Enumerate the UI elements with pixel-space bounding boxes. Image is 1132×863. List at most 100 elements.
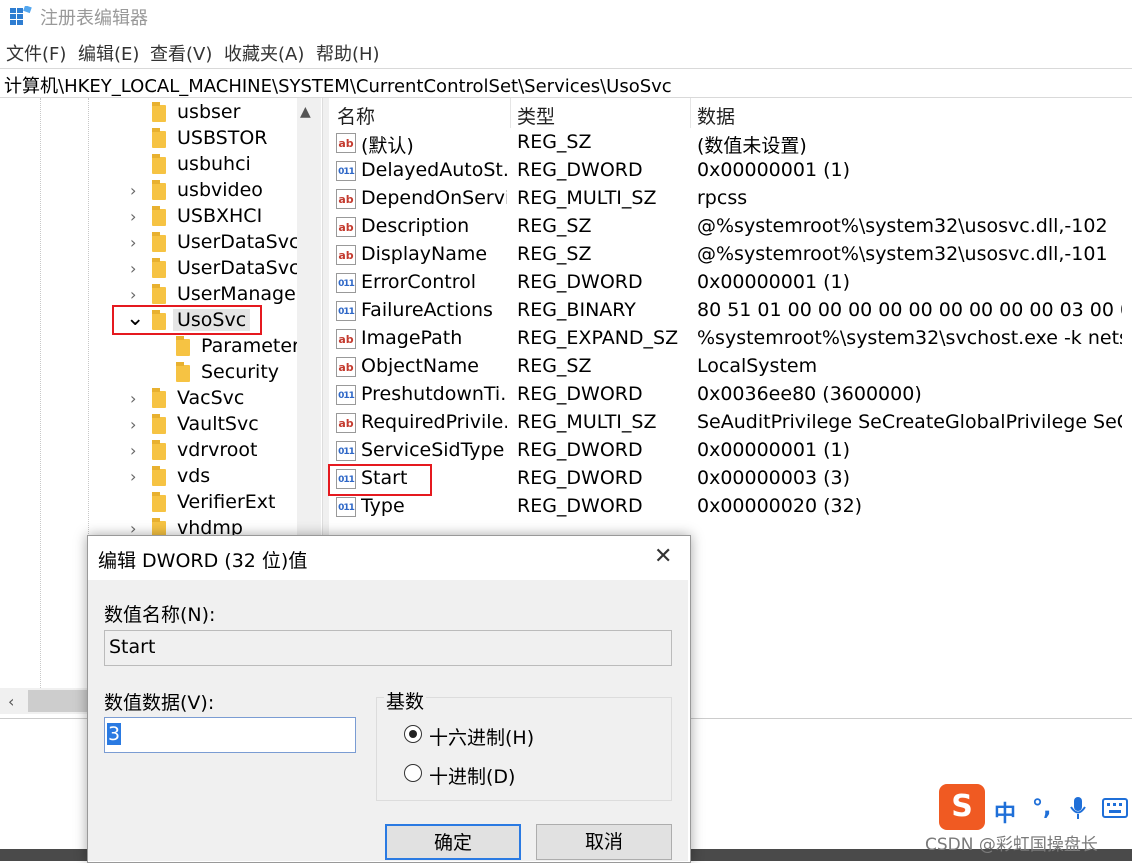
cancel-button[interactable]: 取消 (536, 824, 672, 860)
close-icon[interactable]: ✕ (654, 544, 672, 569)
value-row[interactable]: 011 FailureActions REG_BINARY 80 51 01 00 0… (328, 298, 1128, 326)
tree-item-label: Security (201, 361, 280, 383)
tree-item-vds[interactable]: › vds (0, 464, 296, 490)
value-row[interactable]: 011 Start REG_DWORD 0x00000003 (3) (328, 466, 1128, 494)
tree-item-vacsvc[interactable]: › VacSvc (0, 386, 296, 412)
tree-item-userdatasvc[interactable]: › UserDataSvc (0, 230, 299, 256)
value-type-cell: REG_DWORD (517, 495, 643, 517)
base-label: 基数 (384, 687, 427, 714)
folder-icon (152, 466, 166, 486)
chevron-right-icon[interactable]: › (130, 233, 140, 252)
tree-item-label: USBXHCI (177, 205, 263, 227)
column-separator[interactable] (510, 98, 511, 128)
string-value-icon: ab (336, 357, 356, 377)
value-name-cell: ErrorControl (361, 271, 476, 293)
microphone-icon[interactable] (1068, 796, 1088, 820)
chevron-right-icon[interactable]: › (130, 389, 140, 408)
address-path[interactable]: 计算机\HKEY_LOCAL_MACHINE\SYSTEM\CurrentCon… (4, 72, 672, 98)
tree-item-parameters[interactable]: Parameters (0, 334, 310, 360)
keyboard-icon[interactable] (1102, 798, 1128, 818)
chevron-right-icon[interactable]: › (130, 285, 140, 304)
menu-favorites[interactable]: 收藏夹(A) (224, 40, 304, 66)
column-header-data[interactable]: 数据 (697, 102, 735, 129)
tree-item-label: Parameters (201, 335, 310, 357)
tree-item-userdatasvc-9[interactable]: › UserDataSvc_9 (0, 256, 321, 282)
tree-item-vaultsvc[interactable]: › VaultSvc (0, 412, 296, 438)
value-name-cell: Type (361, 495, 405, 517)
chevron-right-icon[interactable]: › (130, 181, 140, 200)
value-type-cell: REG_SZ (517, 131, 592, 153)
value-data-cell: 0x0036ee80 (3600000) (697, 383, 922, 405)
ok-button[interactable]: 确定 (385, 824, 521, 860)
tree-item-verifierext[interactable]: VerifierExt (0, 490, 296, 516)
value-type-cell: REG_DWORD (517, 271, 643, 293)
ime-punctuation-toggle[interactable]: °, (1032, 796, 1051, 821)
watermark-text: CSDN @彩虹国操盘长 (925, 835, 1098, 855)
hex-radio[interactable] (404, 725, 422, 743)
chevron-right-icon[interactable]: › (130, 415, 140, 434)
value-name-cell: DelayedAutoSt... (361, 159, 507, 181)
value-row[interactable]: abDependOnServi... REG_MULTI_SZ rpcss (328, 186, 1128, 214)
menu-help[interactable]: 帮助(H) (316, 40, 380, 66)
tree-item-label: usbvideo (177, 179, 263, 201)
value-type-cell: REG_SZ (517, 215, 592, 237)
tree-item-usbvideo[interactable]: › usbvideo (0, 178, 296, 204)
menu-edit[interactable]: 编辑(E) (78, 40, 139, 66)
tree-item-usbstor[interactable]: USBSTOR (0, 126, 296, 152)
value-data-cell: 0x00000003 (3) (697, 467, 850, 489)
value-row[interactable]: 011 PreshutdownTi... REG_DWORD 0x0036ee80 (… (328, 382, 1128, 410)
binary-value-icon: 011 (336, 441, 356, 461)
value-row[interactable]: 011 ErrorControl REG_DWORD 0x00000001 (1) (328, 270, 1128, 298)
value-type-cell: REG_DWORD (517, 439, 643, 461)
value-data-cell: (数值未设置) (697, 135, 807, 157)
tree-item-label: VerifierExt (177, 491, 276, 513)
string-value-icon: ab (336, 329, 356, 349)
value-data-cell: 0x00000001 (1) (697, 439, 850, 461)
scroll-left-arrow-icon[interactable]: ‹ (8, 692, 14, 711)
sogou-ime-icon[interactable]: S (939, 784, 985, 830)
chevron-right-icon[interactable]: › (130, 259, 140, 278)
chevron-right-icon[interactable]: › (130, 441, 140, 460)
value-name-cell: (默认) (361, 135, 414, 157)
chevron-right-icon[interactable]: › (130, 207, 140, 226)
tree-item-usbxhci[interactable]: › USBXHCI (0, 204, 296, 230)
decimal-radio[interactable] (404, 764, 422, 782)
value-row[interactable]: ab DisplayName REG_SZ @%systemroot%\system3… (328, 242, 1128, 270)
value-row[interactable]: 011 Type REG_DWORD 0x00000020 (32) (328, 494, 1128, 522)
tree-item-vdrvroot[interactable]: › vdrvroot (0, 438, 296, 464)
folder-icon (152, 492, 166, 512)
menu-view[interactable]: 查看(V) (150, 40, 212, 66)
value-row[interactable]: ab Description REG_SZ @%systemroot%\system3… (328, 214, 1128, 242)
value-data-cell: 0x00000020 (32) (697, 495, 863, 517)
hex-radio-label[interactable]: 十六进制(H) (429, 723, 534, 750)
value-data-cell: LocalSystem (697, 355, 818, 377)
chevron-right-icon[interactable]: › (130, 467, 140, 486)
start-highlight-box (328, 464, 432, 496)
string-value-icon: ab (336, 133, 356, 153)
value-name-label: 数值名称(N): (104, 604, 216, 626)
value-type-cell: REG_EXPAND_SZ (517, 327, 679, 349)
scroll-up-arrow-icon[interactable]: ▲ (300, 104, 311, 120)
tree-item-security[interactable]: Security (0, 360, 296, 386)
value-row[interactable]: ab ImagePath REG_EXPAND_SZ %systemroot%\sys… (328, 326, 1128, 354)
value-row[interactable]: 011 DelayedAutoSt... REG_DWORD 0x00000001 (… (328, 158, 1128, 186)
menu-file[interactable]: 文件(F) (6, 40, 66, 66)
column-header-name[interactable]: 名称 (337, 102, 375, 129)
chevron-right-icon[interactable]: › (130, 519, 140, 538)
ime-language-toggle[interactable]: 中 (994, 796, 1016, 828)
value-row[interactable]: ab ObjectName REG_SZ LocalSystem (328, 354, 1128, 382)
decimal-radio-label[interactable]: 十进制(D) (429, 762, 515, 789)
column-header-type[interactable]: 类型 (517, 102, 555, 129)
value-row[interactable]: ab RequiredPrivile... REG_MULTI_SZ SeAuditP… (328, 410, 1128, 438)
value-data-input[interactable]: 3 (104, 717, 356, 753)
value-row[interactable]: 011 ServiceSidType REG_DWORD 0x00000001 (1) (328, 438, 1128, 466)
value-row[interactable]: ab (默认) REG_SZ (数值未设置) (328, 130, 1128, 158)
value-name-cell: ServiceSidType (361, 439, 505, 461)
tree-item-usbuhci[interactable]: usbuhci (0, 152, 296, 178)
column-separator[interactable] (690, 98, 691, 128)
value-type-cell: REG_MULTI_SZ (517, 411, 657, 433)
value-data-cell: rpcss (697, 187, 748, 209)
folder-icon (176, 362, 190, 382)
binary-value-icon: 011 (336, 161, 356, 181)
tree-item-usbser[interactable]: usbser (0, 100, 296, 126)
